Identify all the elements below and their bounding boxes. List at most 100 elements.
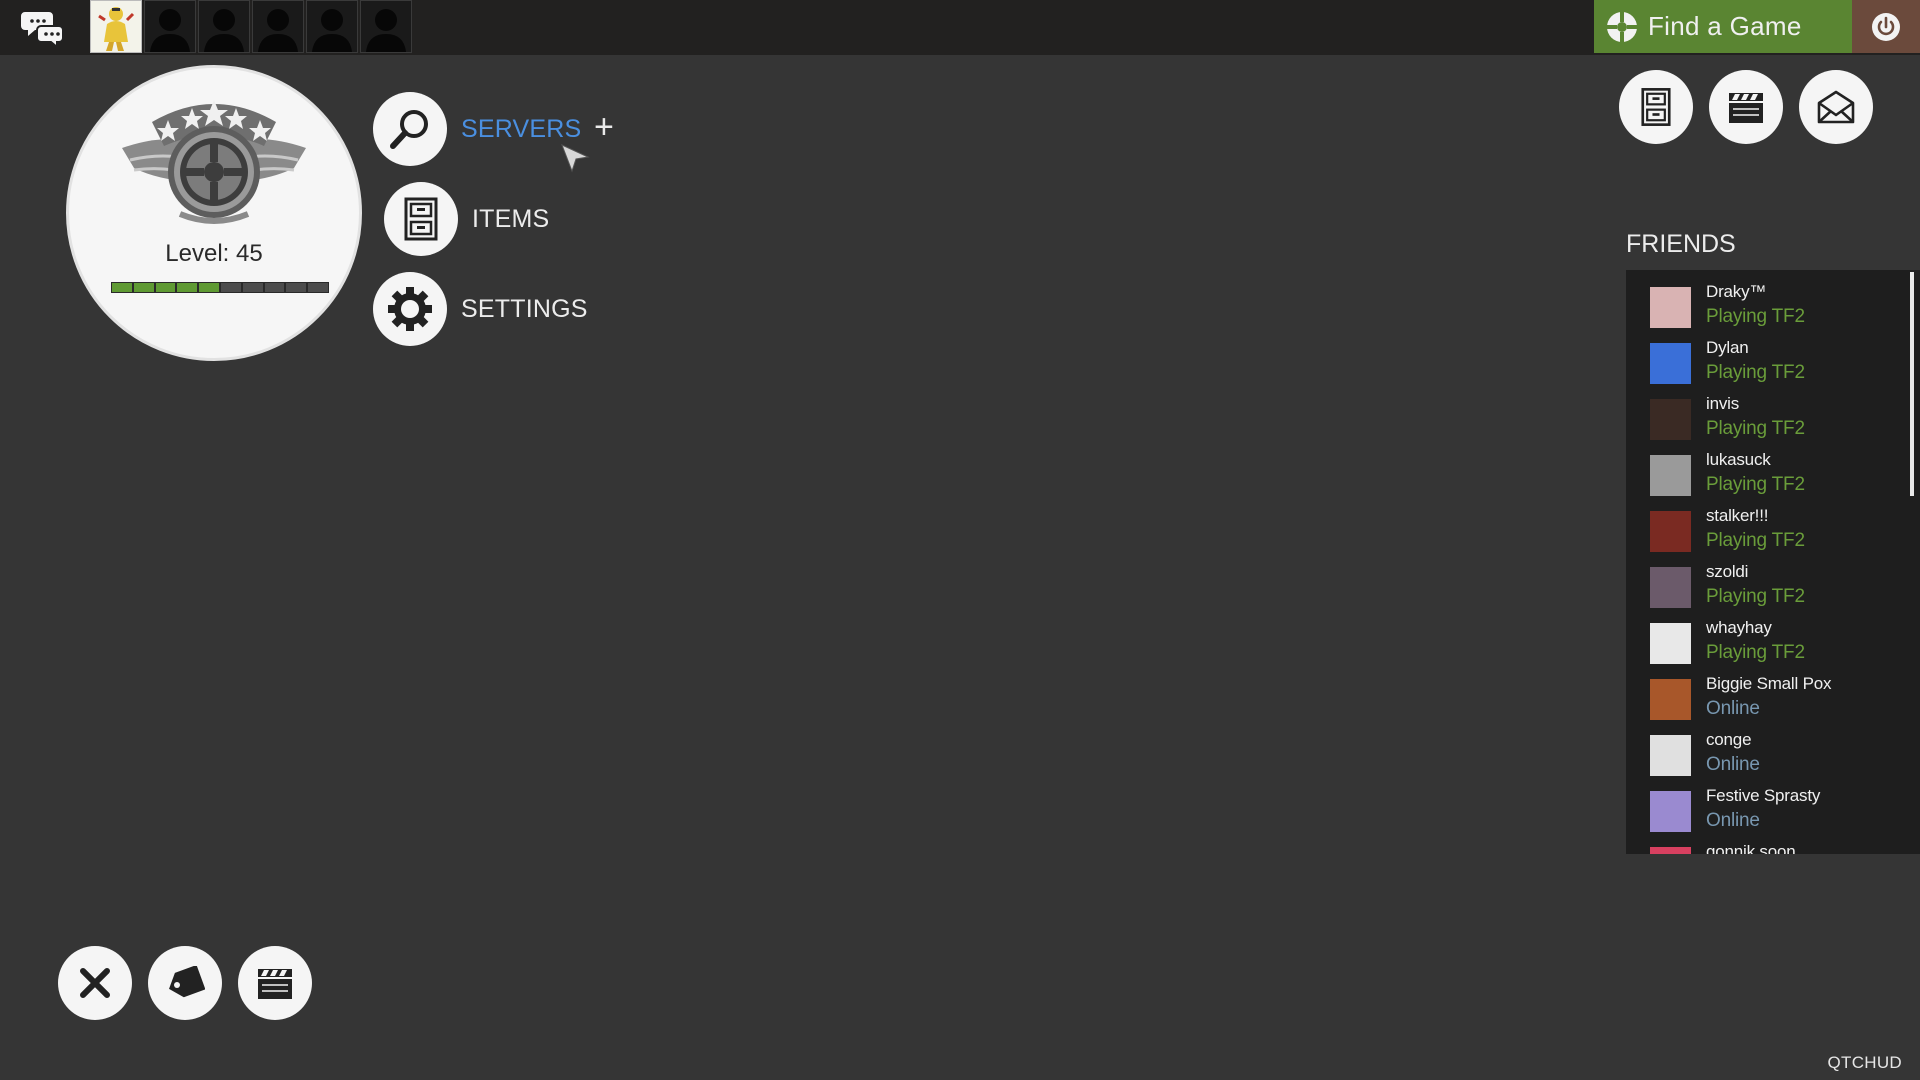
friend-status: Online [1706,754,1760,775]
profile-level-medallion[interactable]: Level: 45 [66,65,362,361]
friend-list-item[interactable]: Festive Sprasty Online [1650,784,1910,840]
hud-brand-label: QTCHUD [1827,1053,1902,1072]
xp-bar-segment [286,283,307,292]
mouse-cursor-icon [561,144,590,173]
party-slot-empty[interactable] [360,0,412,53]
servers-menu-item[interactable]: SERVERS [373,92,581,166]
servers-label: SERVERS [461,114,582,143]
xp-bar-segment [199,283,219,292]
friend-name: stalker!!! [1706,506,1769,525]
find-a-game-label: Find a Game [1648,11,1802,41]
friend-list-item[interactable]: szoldi Playing TF2 [1650,560,1910,616]
party-slot-self-avatar[interactable] [90,0,142,53]
price-tag-icon [169,966,205,998]
find-a-game-button[interactable]: Find a Game [1594,0,1852,53]
clapperboard-icon [1729,93,1763,123]
mail-button[interactable] [1799,70,1873,144]
envelope-icon [1817,90,1855,124]
friend-status: Playing TF2 [1706,586,1805,607]
cabinet-icon [1641,88,1671,126]
friend-list-item[interactable]: invis Playing TF2 [1650,392,1910,448]
friend-name: Dylan [1706,338,1749,357]
xp-bar-segment [242,283,263,292]
player-level-text: Level: 45 [165,240,263,267]
friends-scrollbar[interactable] [1910,272,1914,496]
friend-status: Online [1706,698,1760,719]
friend-list-item[interactable]: Draky™ Playing TF2 [1650,280,1910,336]
friend-name: invis [1706,394,1740,413]
friend-list-item[interactable]: Dylan Playing TF2 [1650,336,1910,392]
friend-list-item[interactable]: whayhay Playing TF2 [1650,616,1910,672]
party-slot-empty[interactable] [198,0,250,53]
friend-avatar [1650,343,1691,384]
items-button[interactable] [384,182,458,256]
xp-bar-segment [133,283,154,292]
friend-status: Playing TF2 [1706,530,1805,551]
xp-progress-bar [111,282,329,293]
player-avatar-icon [91,1,141,52]
xp-bar-segment [220,283,241,292]
friend-list-item[interactable]: gonnik soon [1650,840,1910,854]
magnifier-icon [390,110,428,149]
friend-list-item[interactable]: stalker!!! Playing TF2 [1650,504,1910,560]
friend-status: Playing TF2 [1706,362,1805,383]
friend-name: gonnik soon [1706,842,1796,854]
xp-bar-segment [155,283,176,292]
friend-name: lukasuck [1706,450,1771,469]
top-bar: Find a Game [0,0,1920,55]
find-game-icon [1606,10,1638,43]
friend-avatar [1650,567,1691,608]
friend-list-item[interactable]: conge Online [1650,728,1910,784]
party-slot-empty[interactable] [306,0,358,53]
workshop-button[interactable] [238,946,312,1020]
create-server-plus-button[interactable]: + [594,110,614,144]
items-menu-item[interactable]: ITEMS [384,182,549,256]
friend-status: Playing TF2 [1706,306,1805,327]
friend-status: Playing TF2 [1706,642,1805,663]
friend-status: Playing TF2 [1706,418,1805,439]
close-icon [80,968,110,998]
store-button[interactable] [148,946,222,1020]
friend-name: Biggie Small Pox [1706,674,1832,693]
xp-bar-segment [308,283,328,292]
quit-button[interactable] [58,946,132,1020]
empty-player-silhouette-icon [312,9,352,52]
friend-avatar [1650,511,1691,552]
backpack-button[interactable] [1619,70,1693,144]
empty-player-silhouette-icon [366,9,406,52]
friends-title: FRIENDS [1626,230,1736,258]
friend-name: whayhay [1706,618,1772,637]
tf2-class-emblem-icon [122,100,306,224]
replays-button[interactable] [1709,70,1783,144]
main-menu-screen: Find a Game Level: 45 SERVERS + ITEMS SE… [0,0,1920,1080]
empty-player-silhouette-icon [258,9,298,52]
servers-button[interactable] [373,92,447,166]
settings-menu-item[interactable]: SETTINGS [373,272,588,346]
empty-player-silhouette-icon [204,9,244,52]
settings-button[interactable] [373,272,447,346]
quit-power-button[interactable] [1852,0,1920,53]
chat-button[interactable] [20,5,66,51]
friend-name: Draky™ [1706,282,1767,301]
friends-list: Draky™ Playing TF2 Dylan Playing TF2 invis Pl… [1626,270,1920,854]
friend-avatar [1650,399,1691,440]
friend-list-item[interactable]: lukasuck Playing TF2 [1650,448,1910,504]
xp-bar-segment [112,283,132,292]
power-icon [1872,12,1900,41]
party-slot-empty[interactable] [144,0,196,53]
friend-name: Festive Sprasty [1706,786,1821,805]
friend-avatar [1650,847,1691,854]
friend-avatar [1650,735,1691,776]
cabinet-icon [404,197,438,241]
friend-list-item[interactable]: Biggie Small Pox Online [1650,672,1910,728]
clapperboard-icon [258,969,292,999]
friend-status: Online [1706,810,1760,831]
items-label: ITEMS [472,204,550,233]
chat-bubbles-icon [21,12,64,48]
friend-avatar [1650,791,1691,832]
empty-player-silhouette-icon [150,9,190,52]
party-slots [90,0,412,53]
party-slot-empty[interactable] [252,0,304,53]
gear-icon [388,287,432,331]
settings-label: SETTINGS [461,294,588,323]
